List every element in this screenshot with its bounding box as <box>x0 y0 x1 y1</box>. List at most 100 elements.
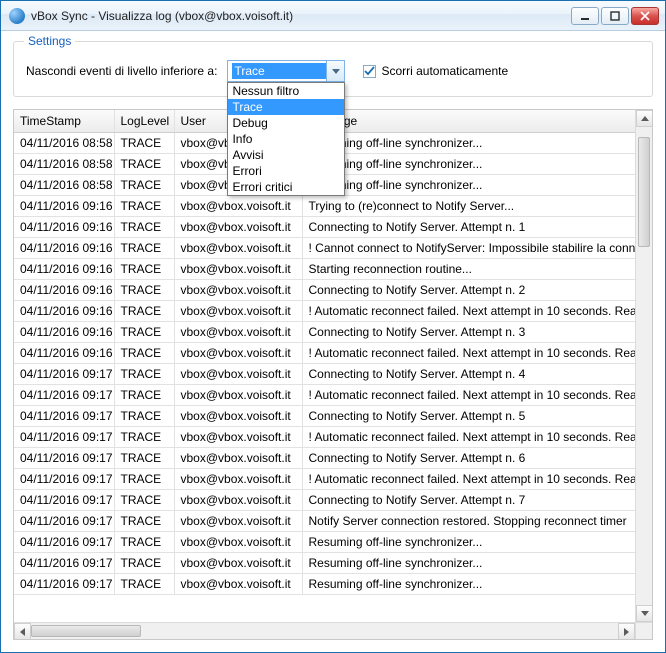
table-row[interactable]: 04/11/2016 09:16TRACEvbox@vbox.voisoft.i… <box>14 237 635 258</box>
chevron-down-icon <box>641 611 649 616</box>
combo-option[interactable]: Info <box>228 131 344 147</box>
combo-dropdown-list[interactable]: Nessun filtro Trace Debug Info Avvisi Er… <box>227 82 345 196</box>
cell-msg: Connecting to Notify Server. Attempt n. … <box>302 447 635 468</box>
table-row[interactable]: 04/11/2016 09:17TRACEvbox@vbox.voisoft.i… <box>14 363 635 384</box>
table-row[interactable]: 04/11/2016 09:17TRACEvbox@vbox.voisoft.i… <box>14 384 635 405</box>
autoscroll-checkbox[interactable] <box>363 65 376 78</box>
table-row[interactable]: 04/11/2016 09:17TRACEvbox@vbox.voisoft.i… <box>14 468 635 489</box>
scroll-up-button[interactable] <box>636 110 653 127</box>
cell-ts: 04/11/2016 09:17 <box>14 552 114 573</box>
settings-group: Settings Nascondi eventi di livello infe… <box>13 41 653 97</box>
window-title: vBox Sync - Visualizza log (vbox@vbox.vo… <box>31 9 293 23</box>
cell-lvl: TRACE <box>114 153 174 174</box>
hscroll-thumb[interactable] <box>31 625 141 637</box>
cell-ts: 04/11/2016 09:16 <box>14 258 114 279</box>
cell-user: vbox@vbox.voisoft.it <box>174 321 302 342</box>
table-row[interactable]: 04/11/2016 09:17TRACEvbox@vbox.voisoft.i… <box>14 405 635 426</box>
chevron-up-icon <box>641 116 649 121</box>
cell-ts: 04/11/2016 08:58 <box>14 174 114 195</box>
cell-msg: Resuming off-line synchronizer... <box>302 573 635 594</box>
cell-msg: Resuming off-line synchronizer... <box>302 132 635 153</box>
close-button[interactable] <box>631 7 659 25</box>
cell-user: vbox@vbox.voisoft.it <box>174 405 302 426</box>
col-header-loglevel[interactable]: LogLevel <box>114 110 174 132</box>
minimize-button[interactable] <box>571 7 599 25</box>
combo-option[interactable]: Nessun filtro <box>228 83 344 99</box>
cell-user: vbox@vbox.voisoft.it <box>174 279 302 300</box>
cell-ts: 04/11/2016 08:58 <box>14 132 114 153</box>
cell-user: vbox@vbox.voisoft.it <box>174 426 302 447</box>
col-header-timestamp[interactable]: TimeStamp <box>14 110 114 132</box>
combo-option[interactable]: Trace <box>228 99 344 115</box>
cell-ts: 04/11/2016 09:17 <box>14 384 114 405</box>
app-window: vBox Sync - Visualizza log (vbox@vbox.vo… <box>0 0 666 653</box>
combo-option[interactable]: Errori <box>228 163 344 179</box>
combo-option[interactable]: Errori critici <box>228 179 344 195</box>
hscroll-track[interactable] <box>31 623 618 639</box>
cell-user: vbox@vbox.voisoft.it <box>174 237 302 258</box>
client-area: Settings Nascondi eventi di livello infe… <box>1 31 665 652</box>
table-row[interactable]: 04/11/2016 09:16TRACEvbox@vbox.voisoft.i… <box>14 279 635 300</box>
cell-msg: Notify Server connection restored. Stopp… <box>302 510 635 531</box>
table-row[interactable]: 04/11/2016 09:17TRACEvbox@vbox.voisoft.i… <box>14 510 635 531</box>
horizontal-scrollbar[interactable] <box>14 622 635 639</box>
cell-msg: ! Automatic reconnect failed. Next attem… <box>302 384 635 405</box>
combo-option[interactable]: Debug <box>228 115 344 131</box>
cell-user: vbox@vbox.voisoft.it <box>174 342 302 363</box>
cell-lvl: TRACE <box>114 552 174 573</box>
cell-user: vbox@vbox.voisoft.it <box>174 195 302 216</box>
cell-ts: 04/11/2016 09:16 <box>14 321 114 342</box>
autoscroll-label: Scorri automaticamente <box>381 64 508 78</box>
cell-ts: 04/11/2016 09:17 <box>14 489 114 510</box>
cell-msg: ! Cannot connect to NotifyServer: Imposs… <box>302 237 635 258</box>
table-row[interactable]: 04/11/2016 09:16TRACEvbox@vbox.voisoft.i… <box>14 195 635 216</box>
settings-group-title: Settings <box>24 34 75 48</box>
cell-msg: Resuming off-line synchronizer... <box>302 531 635 552</box>
cell-lvl: TRACE <box>114 489 174 510</box>
table-row[interactable]: 04/11/2016 09:16TRACEvbox@vbox.voisoft.i… <box>14 300 635 321</box>
cell-msg: Starting reconnection routine... <box>302 258 635 279</box>
cell-msg: Connecting to Notify Server. Attempt n. … <box>302 363 635 384</box>
cell-user: vbox@vbox.voisoft.it <box>174 552 302 573</box>
maximize-button[interactable] <box>601 7 629 25</box>
combo-option[interactable]: Avvisi <box>228 147 344 163</box>
table-row[interactable]: 04/11/2016 09:17TRACEvbox@vbox.voisoft.i… <box>14 531 635 552</box>
table-row[interactable]: 04/11/2016 09:16TRACEvbox@vbox.voisoft.i… <box>14 258 635 279</box>
cell-msg: Resuming off-line synchronizer... <box>302 174 635 195</box>
cell-user: vbox@vbox.voisoft.it <box>174 468 302 489</box>
combo-dropdown-button[interactable] <box>326 61 344 81</box>
check-icon <box>364 66 375 77</box>
titlebar: vBox Sync - Visualizza log (vbox@vbox.vo… <box>1 1 665 31</box>
log-level-combo[interactable]: Trace Nessun filtro Trace Debug Info Avv… <box>227 60 345 82</box>
cell-ts: 04/11/2016 09:16 <box>14 195 114 216</box>
vertical-scrollbar[interactable] <box>635 110 652 622</box>
table-row[interactable]: 04/11/2016 09:16TRACEvbox@vbox.voisoft.i… <box>14 216 635 237</box>
vscroll-thumb[interactable] <box>638 137 650 247</box>
cell-msg: Connecting to Notify Server. Attempt n. … <box>302 216 635 237</box>
cell-ts: 04/11/2016 09:16 <box>14 300 114 321</box>
cell-lvl: TRACE <box>114 195 174 216</box>
cell-msg: Connecting to Notify Server. Attempt n. … <box>302 489 635 510</box>
scrollbar-corner <box>635 622 652 639</box>
table-row[interactable]: 04/11/2016 09:16TRACEvbox@vbox.voisoft.i… <box>14 342 635 363</box>
scroll-right-button[interactable] <box>618 623 635 640</box>
cell-user: vbox@vbox.voisoft.it <box>174 573 302 594</box>
table-row[interactable]: 04/11/2016 09:17TRACEvbox@vbox.voisoft.i… <box>14 489 635 510</box>
chevron-left-icon <box>20 628 25 636</box>
table-row[interactable]: 04/11/2016 09:17TRACEvbox@vbox.voisoft.i… <box>14 426 635 447</box>
vscroll-track[interactable] <box>636 127 652 605</box>
cell-ts: 04/11/2016 09:17 <box>14 447 114 468</box>
combo-selected-value: Trace <box>232 63 326 79</box>
cell-ts: 04/11/2016 09:17 <box>14 531 114 552</box>
cell-lvl: TRACE <box>114 531 174 552</box>
app-icon <box>9 8 25 24</box>
col-header-message[interactable]: Message <box>302 110 635 132</box>
table-row[interactable]: 04/11/2016 09:17TRACEvbox@vbox.voisoft.i… <box>14 447 635 468</box>
table-row[interactable]: 04/11/2016 09:16TRACEvbox@vbox.voisoft.i… <box>14 321 635 342</box>
cell-msg: Resuming off-line synchronizer... <box>302 552 635 573</box>
table-row[interactable]: 04/11/2016 09:17TRACEvbox@vbox.voisoft.i… <box>14 552 635 573</box>
cell-lvl: TRACE <box>114 258 174 279</box>
scroll-down-button[interactable] <box>636 605 653 622</box>
scroll-left-button[interactable] <box>14 623 31 640</box>
table-row[interactable]: 04/11/2016 09:17TRACEvbox@vbox.voisoft.i… <box>14 573 635 594</box>
